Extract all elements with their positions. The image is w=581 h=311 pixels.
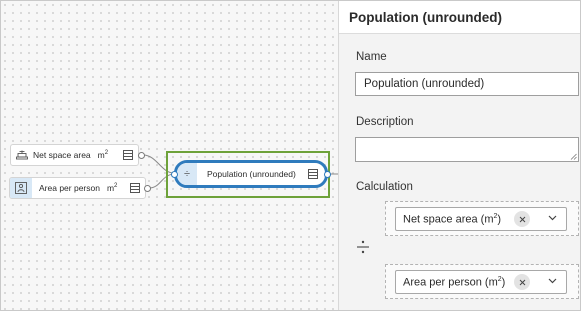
node-unit: m2 bbox=[106, 183, 118, 193]
node-area-per-person[interactable]: Area per person m2 bbox=[9, 177, 146, 199]
resize-handle-icon[interactable] bbox=[570, 153, 577, 160]
node-label: Net space area bbox=[33, 150, 91, 160]
person-area-icon bbox=[10, 178, 32, 198]
node-unit: m2 bbox=[97, 150, 109, 160]
name-label: Name bbox=[356, 51, 387, 63]
app-frame: Net space area m2 Area per person m2 ÷ P… bbox=[0, 0, 581, 311]
remove-operand-button[interactable] bbox=[514, 274, 530, 290]
node-net-space-area[interactable]: Net space area m2 bbox=[10, 144, 139, 166]
close-icon bbox=[519, 279, 525, 285]
operand-slot[interactable]: Net space area (m2) bbox=[385, 201, 579, 236]
description-label: Description bbox=[356, 116, 414, 128]
properties-panel: Population (unrounded) Name Population (… bbox=[338, 1, 580, 310]
operand-chip[interactable]: Area per person (m2) bbox=[395, 270, 567, 294]
operand-label: Area per person (m2) bbox=[403, 275, 506, 289]
node-output-port[interactable] bbox=[144, 185, 151, 192]
model-canvas[interactable]: Net space area m2 Area per person m2 ÷ P… bbox=[1, 1, 338, 310]
node-output-port[interactable] bbox=[138, 152, 145, 159]
table-icon[interactable] bbox=[123, 150, 133, 162]
name-field[interactable]: Population (unrounded) bbox=[355, 72, 579, 96]
node-output-port[interactable] bbox=[324, 171, 331, 178]
building-floors-icon bbox=[11, 145, 33, 165]
close-icon bbox=[519, 216, 525, 222]
divide-operator-icon bbox=[357, 240, 369, 254]
description-field[interactable] bbox=[355, 137, 579, 162]
remove-operand-button[interactable] bbox=[514, 211, 530, 227]
node-population-unrounded[interactable]: ÷ Population (unrounded) bbox=[174, 160, 328, 188]
calculation-label: Calculation bbox=[356, 181, 413, 193]
chevron-down-icon[interactable] bbox=[548, 278, 557, 284]
table-icon[interactable] bbox=[308, 169, 318, 181]
node-label: Area per person bbox=[39, 183, 100, 193]
divide-icon: ÷ bbox=[177, 163, 197, 185]
table-icon[interactable] bbox=[130, 183, 140, 195]
node-input-port[interactable] bbox=[171, 171, 178, 178]
operand-chip[interactable]: Net space area (m2) bbox=[395, 207, 567, 231]
panel-title: Population (unrounded) bbox=[339, 1, 580, 34]
chevron-down-icon[interactable] bbox=[548, 215, 557, 221]
operand-label: Net space area (m2) bbox=[403, 212, 502, 226]
node-label: Population (unrounded) bbox=[207, 169, 296, 179]
operand-slot[interactable]: Area per person (m2) bbox=[385, 264, 579, 299]
